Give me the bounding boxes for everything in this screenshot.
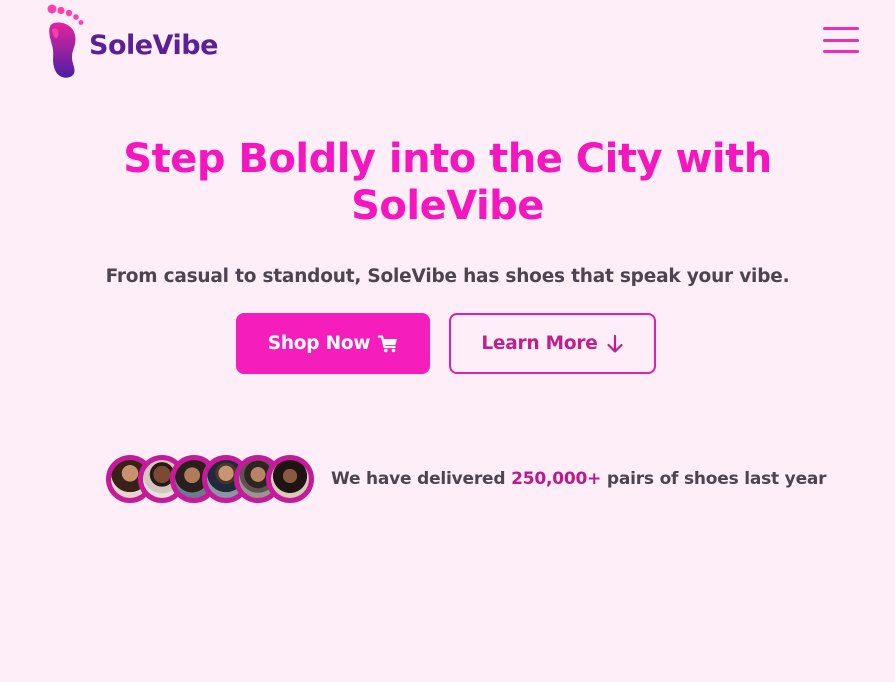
arrow-down-icon <box>607 334 623 353</box>
shop-now-label: Shop Now <box>267 333 371 354</box>
cart-icon <box>378 334 398 352</box>
hero-title-line-2: SoleVibe <box>351 183 544 229</box>
learn-more-button[interactable]: Learn More <box>449 313 656 374</box>
learn-more-label: Learn More <box>481 333 598 354</box>
footprint-icon <box>47 4 84 78</box>
hero-title: Step Boldly into the City with SoleVibe <box>0 136 895 230</box>
landing-page: SoleVibe Step Boldly into the City with … <box>0 0 895 682</box>
hero-subtitle: From casual to standout, SoleVibe has sh… <box>105 266 790 287</box>
menu-line <box>823 50 859 53</box>
shop-now-button[interactable]: Shop Now <box>236 313 430 374</box>
delivery-stat-prefix: We have delivered <box>331 469 506 489</box>
delivery-stat-number: 250,000+ <box>511 469 602 489</box>
brand-name: SoleVibe <box>89 29 218 61</box>
menu-line <box>823 38 859 42</box>
social-proof: We have delivered 250,000+ pairs of shoe… <box>106 455 827 503</box>
brand-logo[interactable]: SoleVibe <box>46 3 218 79</box>
customer-avatar-group <box>106 455 314 503</box>
menu-line <box>823 27 859 30</box>
customer-avatar-6 <box>266 455 314 503</box>
hero-title-line-1: Step Boldly into the City with <box>123 136 772 182</box>
delivery-stat-suffix: pairs of shoes last year <box>606 469 827 489</box>
delivery-stat: We have delivered 250,000+ pairs of shoe… <box>331 469 827 489</box>
hamburger-menu-icon[interactable] <box>823 27 861 53</box>
